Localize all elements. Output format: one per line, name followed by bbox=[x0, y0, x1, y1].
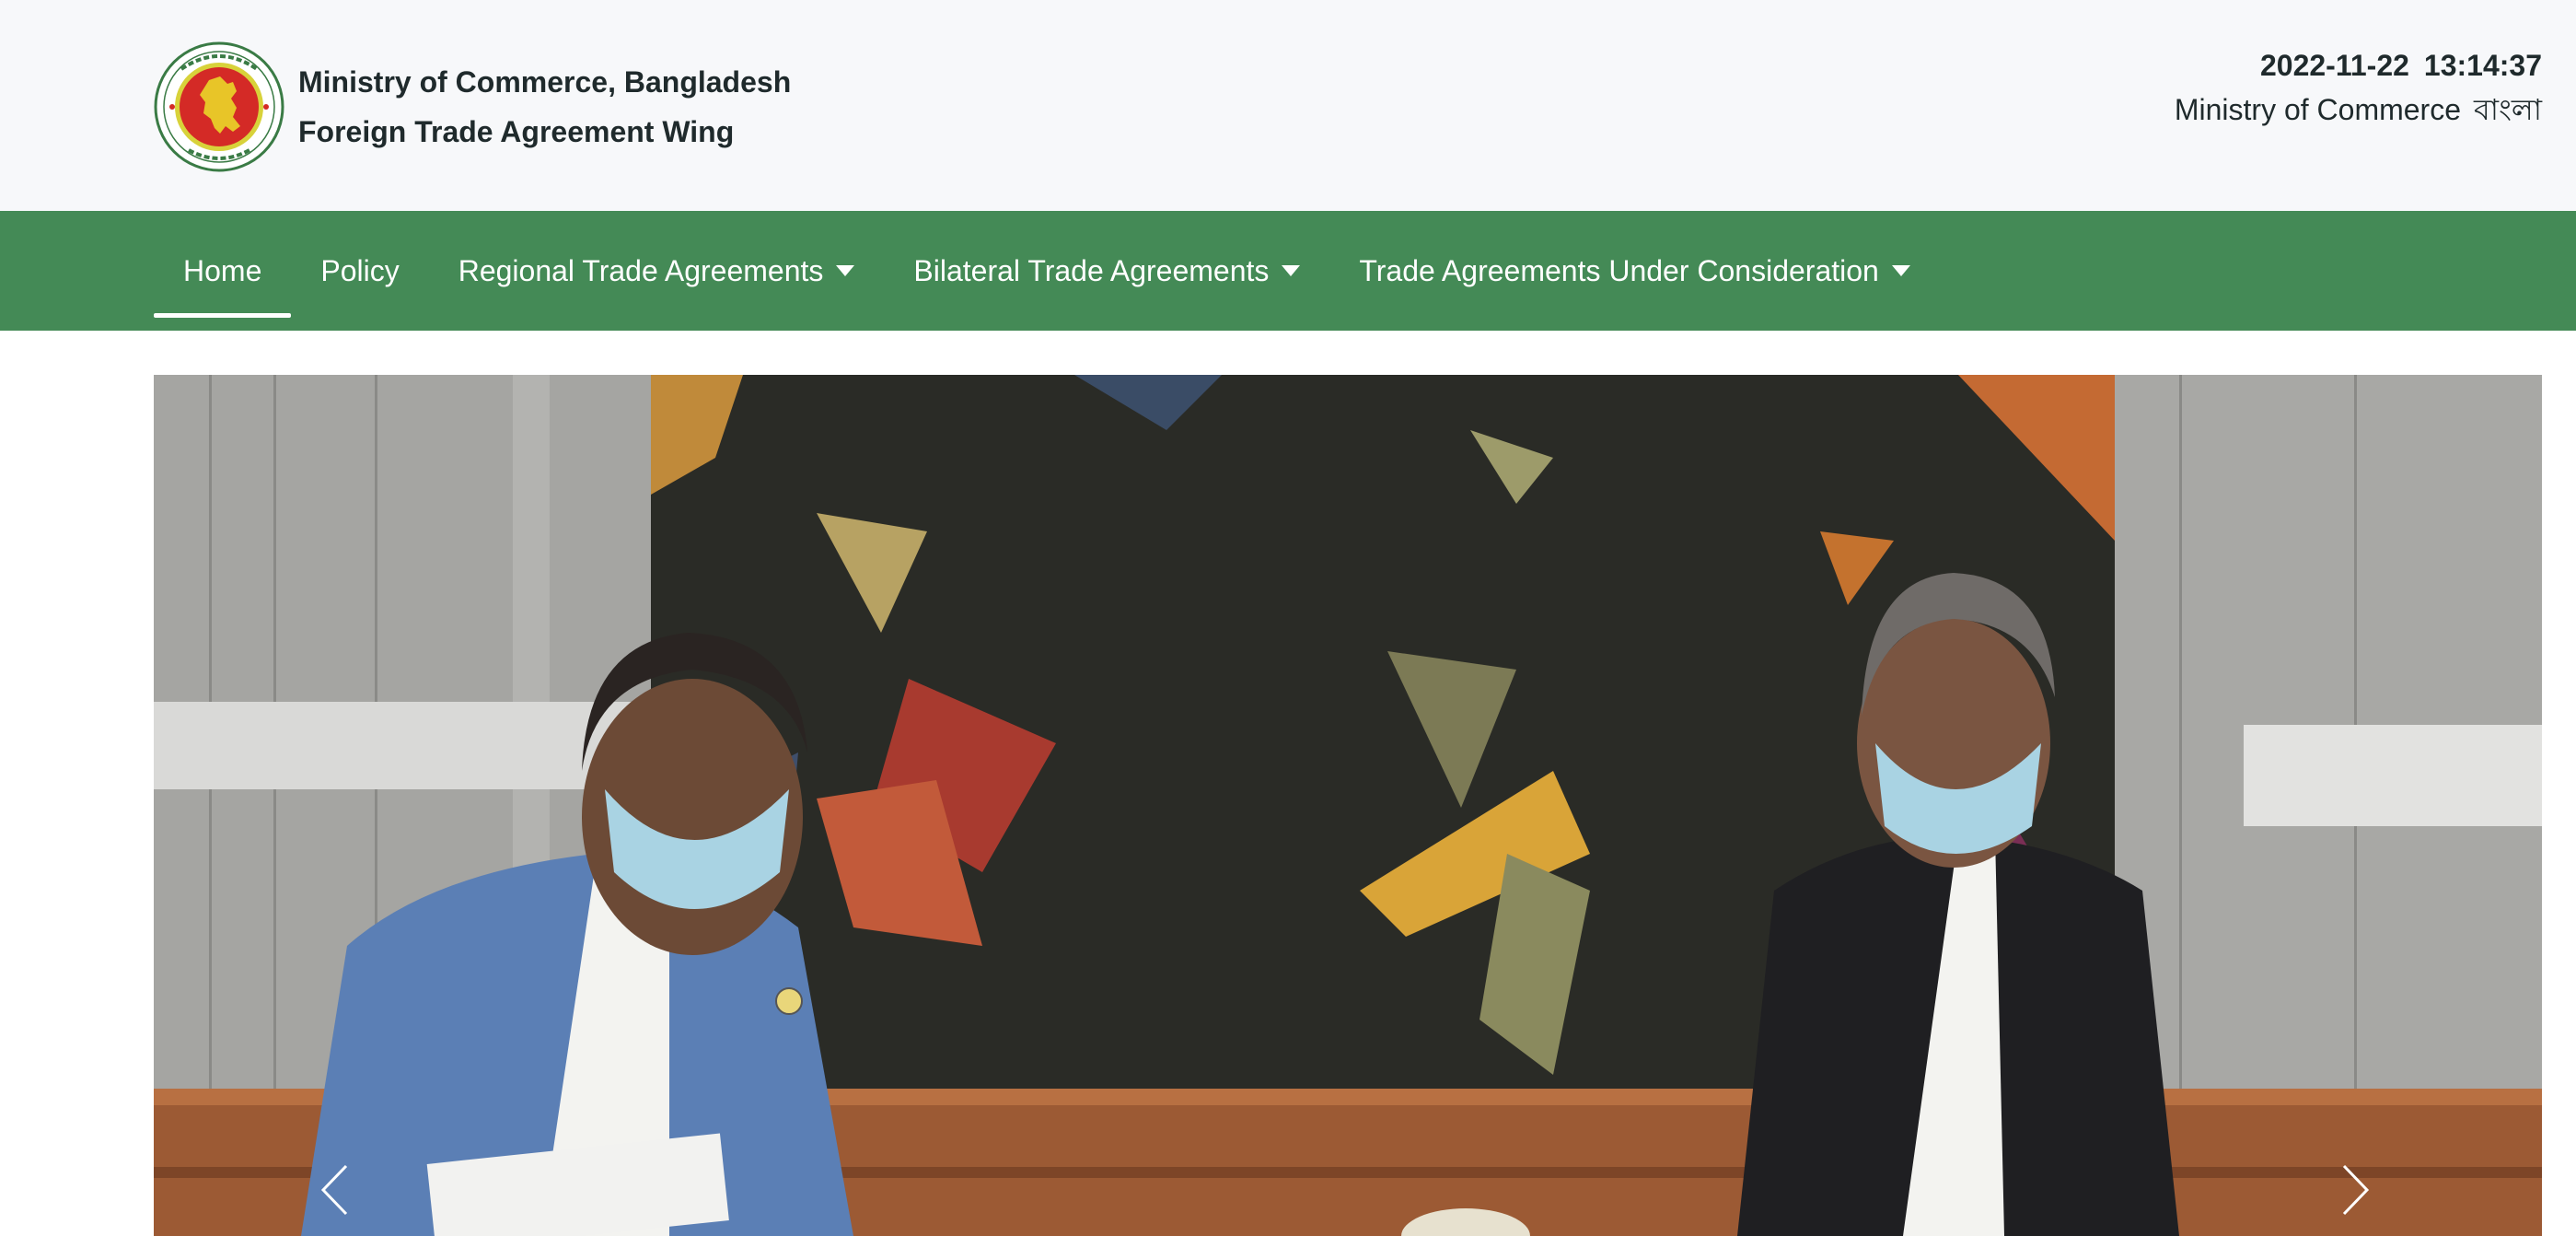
hero-slide-image bbox=[154, 375, 2542, 1236]
current-date: 2022-11-22 bbox=[2259, 49, 2409, 82]
brand[interactable]: Ministry of Commerce, Bangladesh Foreign… bbox=[154, 41, 791, 172]
chevron-left-icon bbox=[320, 1164, 348, 1216]
caret-down-icon bbox=[836, 265, 855, 276]
caret-down-icon bbox=[1891, 265, 1910, 276]
wing-name: Foreign Trade Agreement Wing bbox=[298, 115, 735, 148]
chevron-right-icon bbox=[2342, 1164, 2370, 1216]
header-links: Ministry of Commerce বাংলা bbox=[2175, 87, 2542, 132]
nav-item-trade-agreements-under-consideration[interactable]: Trade Agreements Under Consideration bbox=[1329, 211, 1939, 331]
carousel-next-button[interactable] bbox=[2330, 1153, 2382, 1227]
nav-item-policy[interactable]: Policy bbox=[291, 211, 428, 331]
nav-item-label: Policy bbox=[320, 253, 400, 287]
caret-down-icon bbox=[1282, 265, 1301, 276]
government-emblem-icon bbox=[154, 41, 284, 172]
ministry-link[interactable]: Ministry of Commerce bbox=[2175, 93, 2461, 126]
nav-item-label: Home bbox=[183, 253, 262, 287]
main-navigation: Home Policy Regional Trade Agreements Bi… bbox=[0, 211, 2576, 331]
header-meta: 2022-11-22 13:14:37 Ministry of Commerce ব… bbox=[2175, 43, 2542, 132]
site-header: Ministry of Commerce, Bangladesh Foreign… bbox=[0, 0, 2576, 211]
ministry-name: Ministry of Commerce, Bangladesh bbox=[298, 65, 792, 99]
hero-carousel bbox=[154, 375, 2542, 1236]
nav-item-label: Bilateral Trade Agreements bbox=[913, 253, 1270, 287]
nav-item-label: Regional Trade Agreements bbox=[458, 253, 824, 287]
nav-menu: Home Policy Regional Trade Agreements Bi… bbox=[154, 211, 1940, 331]
brand-text: Ministry of Commerce, Bangladesh Foreign… bbox=[298, 57, 791, 157]
nav-item-home[interactable]: Home bbox=[154, 211, 292, 331]
language-toggle-link[interactable]: বাংলা bbox=[2474, 93, 2542, 126]
clock: 2022-11-22 13:14:37 bbox=[2175, 43, 2542, 87]
current-time: 13:14:37 bbox=[2423, 49, 2542, 82]
nav-item-label: Trade Agreements Under Consideration bbox=[1359, 253, 1879, 287]
nav-item-bilateral-trade-agreements[interactable]: Bilateral Trade Agreements bbox=[884, 211, 1329, 331]
nav-item-regional-trade-agreements[interactable]: Regional Trade Agreements bbox=[429, 211, 885, 331]
carousel-prev-button[interactable] bbox=[308, 1153, 360, 1227]
